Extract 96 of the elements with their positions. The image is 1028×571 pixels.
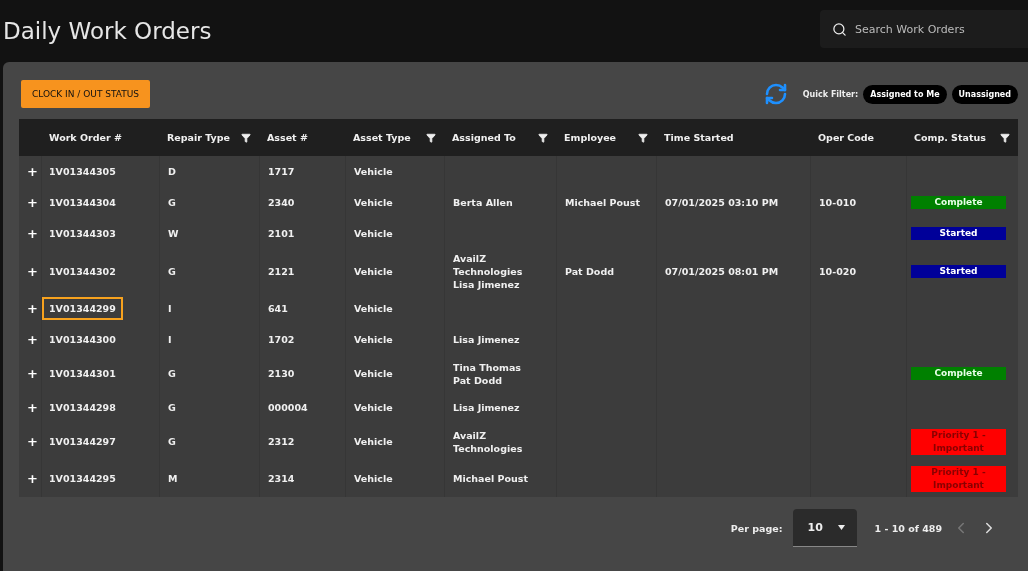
status-badge: Started xyxy=(911,264,1006,278)
status-badge: Priority 1 - Important xyxy=(911,465,1006,492)
table-cell: 2130 xyxy=(268,367,295,380)
table-cell: 2121 xyxy=(268,264,295,278)
table-cell: I xyxy=(168,333,172,346)
table-cell: 1V01344299 xyxy=(42,297,123,320)
table-cell: Vehicle xyxy=(354,264,393,278)
table-cell: Berta Allen xyxy=(453,196,513,209)
table-cell: 10-020 xyxy=(819,264,856,278)
table-cell: 641 xyxy=(268,302,288,315)
table-cell: G xyxy=(168,435,176,448)
status-badge: Complete xyxy=(911,196,1006,209)
expand-button[interactable]: + xyxy=(27,332,38,347)
table-cell: Lisa Jimenez xyxy=(453,401,520,414)
table-cell: Vehicle xyxy=(354,165,393,178)
table-cell: 2340 xyxy=(268,196,295,209)
column-header[interactable]: Employee xyxy=(556,119,656,156)
expand-button[interactable]: + xyxy=(27,400,38,415)
filter-icon[interactable] xyxy=(241,132,251,143)
table-cell-text: 1V01344302 xyxy=(48,264,117,279)
table-cell: M xyxy=(168,472,178,485)
table-cell: 07/01/2025 08:01 PM xyxy=(665,264,779,278)
table-cell: Pat Dodd xyxy=(565,264,614,278)
status-badge: Started xyxy=(911,227,1006,240)
search-field[interactable]: Search Work Orders xyxy=(820,10,1028,48)
table-cell-text: 1V01344297 xyxy=(48,435,117,449)
table-cell-text: 1V01344295 xyxy=(48,472,117,486)
expand-button[interactable]: + xyxy=(27,434,38,449)
table-cell: 1702 xyxy=(268,333,295,346)
table-cell: 000004 xyxy=(268,401,308,414)
per-page-label: Per page: xyxy=(730,522,783,534)
table-cell-text: 1V01344304 xyxy=(48,196,117,210)
table-cell-text: 1V01344298 xyxy=(48,401,117,415)
column-header[interactable]: Asset # xyxy=(259,119,345,156)
table-cell: G xyxy=(168,264,176,278)
table-cell: Lisa Jimenez xyxy=(453,333,520,346)
table-cell: Vehicle xyxy=(354,333,393,346)
table-cell: G xyxy=(168,196,176,209)
table-cell: Vehicle xyxy=(354,367,393,380)
filter-chip[interactable]: Unassigned xyxy=(951,84,1018,104)
expand-button[interactable]: + xyxy=(27,263,38,279)
quick-filter-label: Quick Filter: xyxy=(802,89,859,99)
table-cell: Michael Poust xyxy=(453,472,528,485)
clock-in-out-button[interactable]: CLOCK IN / OUT STATUS xyxy=(21,80,151,108)
expand-button[interactable]: + xyxy=(27,195,38,210)
status-badge: Complete xyxy=(911,367,1006,380)
filter-icon[interactable] xyxy=(638,132,648,143)
filter-chip[interactable]: Assigned to Me xyxy=(863,84,947,104)
table-cell: Vehicle xyxy=(354,227,393,240)
table-cell: AvailZ Technologies Lisa Jimenez xyxy=(453,251,523,291)
table-cell: G xyxy=(168,401,176,414)
table-cell: 2312 xyxy=(268,435,295,448)
table-cell: 2314 xyxy=(268,472,295,485)
table-cell: D xyxy=(168,165,176,178)
caret-icon xyxy=(837,525,845,530)
table-cell: 07/01/2025 03:10 PM xyxy=(665,196,779,209)
expand-button[interactable]: + xyxy=(27,366,38,381)
table-cell-text: 1V01344301 xyxy=(48,367,117,381)
expand-button[interactable]: + xyxy=(27,164,38,179)
filter-icon[interactable] xyxy=(1000,132,1010,143)
table-cell: G xyxy=(168,367,176,380)
table-cell-text: 1V01344303 xyxy=(48,227,117,241)
column-header[interactable]: Time Started xyxy=(656,119,810,156)
status-badge: Priority 1 - Important xyxy=(911,428,1006,455)
table-cell: 2101 xyxy=(268,227,295,240)
column-header[interactable]: Oper Code xyxy=(810,119,906,156)
header-cell xyxy=(19,119,41,156)
filter-icon[interactable] xyxy=(426,132,436,143)
table-cell-text: 1V01344300 xyxy=(48,333,117,347)
refresh-icon[interactable] xyxy=(763,82,788,106)
expand-button[interactable]: + xyxy=(27,301,38,316)
table-cell: Vehicle xyxy=(354,472,393,485)
column-header[interactable]: Assigned To xyxy=(444,119,556,156)
table-cell: Michael Poust xyxy=(565,196,640,209)
table-cell: Vehicle xyxy=(354,435,393,448)
table-cell: 10-010 xyxy=(819,196,856,209)
table-cell: AvailZ Technologies xyxy=(453,428,523,455)
table-cell: Vehicle xyxy=(354,302,393,315)
table-cell: I xyxy=(168,302,172,315)
expand-button[interactable]: + xyxy=(27,471,38,486)
expand-button[interactable]: + xyxy=(27,226,38,241)
page-range: 1 - 10 of 489 xyxy=(874,522,942,534)
per-page-select[interactable]: 10 xyxy=(792,509,857,547)
table-cell-text: 1V01344305 xyxy=(48,165,117,179)
table-cell: 1717 xyxy=(268,165,295,178)
table-cell: Vehicle xyxy=(354,196,393,209)
page-title: Daily Work Orders xyxy=(3,18,212,44)
table-cell: Tina Thomas Pat Dodd xyxy=(453,360,521,387)
table-cell: Vehicle xyxy=(354,401,393,414)
table-cell: W xyxy=(168,227,179,240)
filter-icon[interactable] xyxy=(538,132,548,143)
column-header[interactable]: Asset Type xyxy=(345,119,444,156)
column-header[interactable]: Work Order # xyxy=(41,119,159,156)
column-header[interactable]: Comp. Status xyxy=(906,119,1018,156)
column-header[interactable]: Repair Type xyxy=(159,119,259,156)
search-icon xyxy=(832,21,847,37)
